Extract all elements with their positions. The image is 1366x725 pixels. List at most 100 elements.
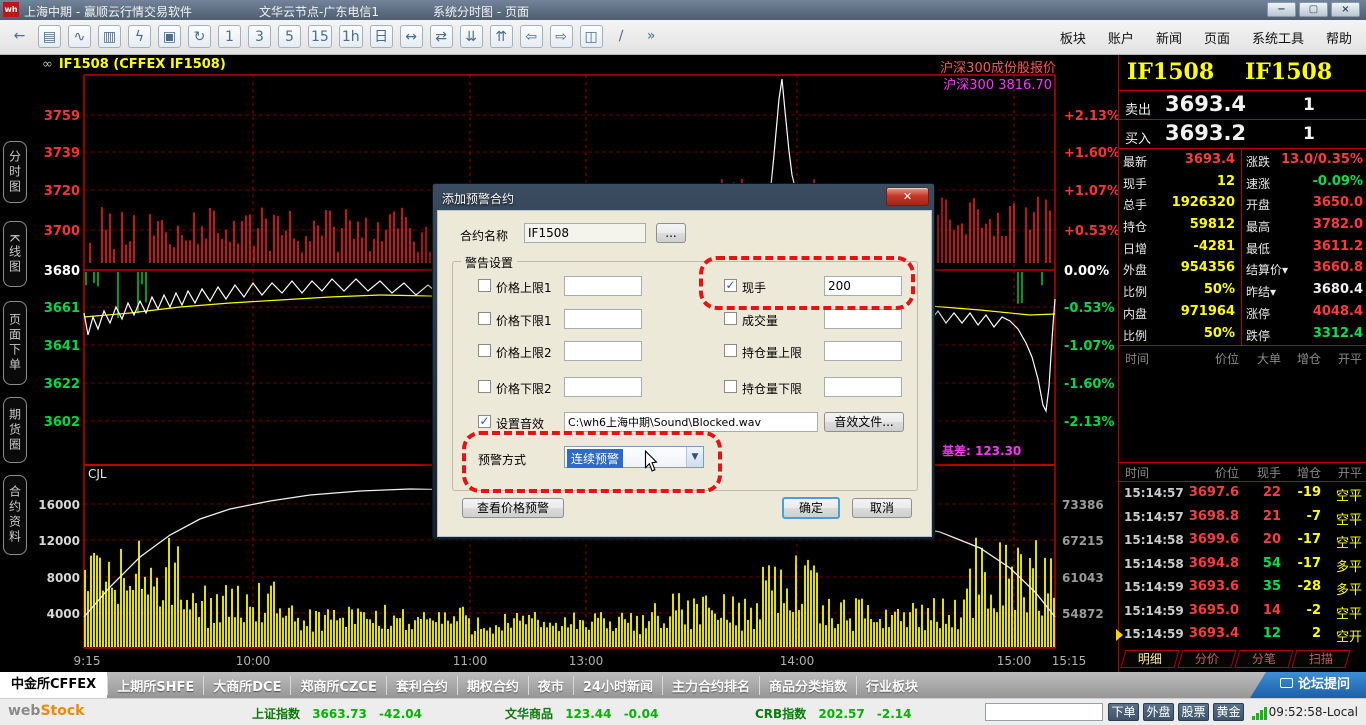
field-value: 954356	[1181, 260, 1235, 275]
tab-options[interactable]: 期权合约	[457, 676, 528, 695]
tab-night[interactable]: 夜市	[528, 676, 573, 695]
tape-price: 3694.8	[1189, 556, 1239, 571]
tape-volume: 35	[1263, 579, 1281, 594]
quick-entry-input[interactable]	[985, 703, 1103, 721]
overseas-button[interactable]: 外盘	[1143, 703, 1174, 721]
threshold-input[interactable]	[564, 309, 642, 329]
menu-system-tools[interactable]: 系统工具	[1252, 28, 1304, 47]
threshold-input[interactable]	[564, 276, 642, 296]
draw-line-icon[interactable]: ∕	[610, 25, 633, 48]
tab-page-order[interactable]: 页面下单	[3, 301, 27, 385]
tab-czce[interactable]: 郑商所CZCE	[290, 676, 385, 695]
checkbox[interactable]	[478, 380, 491, 393]
cancel-button[interactable]: 取消	[852, 498, 912, 518]
dialog-close-button[interactable]: ✕	[886, 187, 929, 206]
tab-scan[interactable]: 扫描	[1291, 650, 1350, 668]
back-icon[interactable]: ←	[8, 25, 31, 48]
page-left-icon[interactable]: ⇦	[520, 25, 543, 48]
tape-volume: 14	[1263, 603, 1281, 618]
tape-row: 15:14:57 3698.8 21 -7 空平	[1119, 506, 1366, 530]
threshold-input[interactable]	[824, 341, 902, 361]
threshold-input[interactable]	[564, 341, 642, 361]
tab-24h-news[interactable]: 24小时新闻	[573, 676, 662, 695]
sound-checkbox[interactable]	[478, 415, 491, 428]
tab-dce[interactable]: 大商所DCE	[203, 676, 290, 695]
line-chart-icon[interactable]: ∿	[68, 25, 91, 48]
tab-shfe[interactable]: 上期所SHFE	[107, 676, 203, 695]
tab-kline-chart[interactable]: K线图	[3, 221, 27, 287]
stocks-button[interactable]: 股票	[1178, 703, 1209, 721]
scroll-up-icon[interactable]: ⇈	[490, 25, 513, 48]
chart-symbol-label: IF1508 (CFFEX IF1508)	[59, 57, 226, 72]
more-tools-icon[interactable]: »	[640, 25, 663, 48]
view-price-alerts-button[interactable]: 查看价格预警	[462, 498, 564, 518]
period-5-button[interactable]: 5	[278, 25, 301, 48]
period-1-button[interactable]: 1	[218, 25, 241, 48]
check-row: 成交量	[724, 309, 914, 329]
ok-button[interactable]: 确定	[782, 497, 840, 519]
period-3-button[interactable]: 3	[248, 25, 271, 48]
threshold-input[interactable]	[824, 377, 902, 397]
menu-boards[interactable]: 板块	[1060, 28, 1086, 47]
save-icon[interactable]: ▣	[158, 25, 181, 48]
minimize-button[interactable]: −	[1267, 2, 1296, 17]
svg-text:+2.13%: +2.13%	[1064, 109, 1118, 124]
tab-intraday-chart[interactable]: 分时图	[3, 141, 27, 203]
sound-file-button[interactable]: 音效文件...	[824, 412, 904, 432]
gold-button[interactable]: 黄金	[1213, 703, 1244, 721]
restore-button[interactable]: ▢	[1299, 2, 1328, 17]
left-sidebar: 分时图 K线图页面下单期货圈合约资料	[0, 55, 30, 672]
webstock-logo: webStock	[8, 703, 84, 719]
split-view-icon[interactable]: ◫	[580, 25, 603, 48]
menu-page[interactable]: 页面	[1204, 28, 1230, 47]
order-button[interactable]: 下单	[1108, 703, 1139, 721]
field-label: 总手	[1123, 196, 1147, 213]
page-right-icon[interactable]: ⇨	[550, 25, 573, 48]
lightning-icon[interactable]: ϟ	[128, 25, 151, 48]
menu-help[interactable]: 帮助	[1326, 28, 1352, 47]
mouse-cursor	[641, 450, 661, 472]
sound-path-input[interactable]	[564, 412, 818, 432]
checkbox[interactable]	[478, 312, 491, 325]
period-day-button[interactable]: 日	[370, 25, 393, 48]
svg-text:13:00: 13:00	[569, 654, 604, 668]
period-1h-button[interactable]: 1h	[339, 25, 363, 48]
forum-ask-link[interactable]: 论坛提问	[1250, 672, 1366, 698]
close-button[interactable]: ×	[1331, 2, 1360, 17]
candlestick-icon[interactable]: ▥	[98, 25, 121, 48]
threshold-input[interactable]	[564, 377, 642, 397]
quote-list-icon[interactable]: ▤	[38, 25, 61, 48]
tab-tick[interactable]: 分笔	[1234, 650, 1293, 668]
checkbox[interactable]	[478, 344, 491, 357]
checkbox[interactable]	[478, 279, 491, 292]
field-label: 外盘	[1123, 261, 1147, 278]
logo-web: web	[8, 703, 40, 719]
contract-name-input[interactable]	[524, 223, 646, 243]
browse-contract-button[interactable]: ...	[656, 223, 686, 243]
tab-industry-boards[interactable]: 行业板块	[856, 676, 927, 695]
checkbox[interactable]	[724, 312, 737, 325]
checkbox[interactable]	[724, 344, 737, 357]
compress-horizontal-icon[interactable]: ⇄	[430, 25, 453, 48]
tab-futures-circle[interactable]: 期货圈	[3, 397, 27, 463]
tab-arbitrage[interactable]: 套利合约	[386, 676, 457, 695]
tab-commodity-index[interactable]: 商品分类指数	[759, 676, 856, 695]
menu-account[interactable]: 账户	[1108, 28, 1134, 47]
expand-horizontal-icon[interactable]: ↔	[400, 25, 423, 48]
checkbox[interactable]	[724, 380, 737, 393]
tab-cffex[interactable]: 中金所CFFEX	[0, 672, 107, 698]
scroll-down-icon[interactable]: ⇊	[460, 25, 483, 48]
field-label: 内盘	[1123, 305, 1147, 322]
tab-contract-info[interactable]: 合约资料	[3, 475, 27, 555]
tab-tape-detail[interactable]: 明细	[1120, 650, 1179, 668]
threshold-input[interactable]	[824, 309, 902, 329]
tab-price-dist[interactable]: 分价	[1177, 650, 1236, 668]
period-15-button[interactable]: 15	[308, 25, 332, 48]
refresh-icon[interactable]: ↻	[188, 25, 211, 48]
link-icon[interactable]: ∞	[42, 57, 53, 72]
field-value: 12	[1217, 174, 1235, 189]
dialog-title-bar[interactable]: 添加预警合约 ✕	[433, 184, 934, 210]
menu-news[interactable]: 新闻	[1156, 28, 1182, 47]
alert-settings-label: 警告设置	[461, 254, 517, 271]
tab-main-contracts[interactable]: 主力合约排名	[662, 676, 759, 695]
